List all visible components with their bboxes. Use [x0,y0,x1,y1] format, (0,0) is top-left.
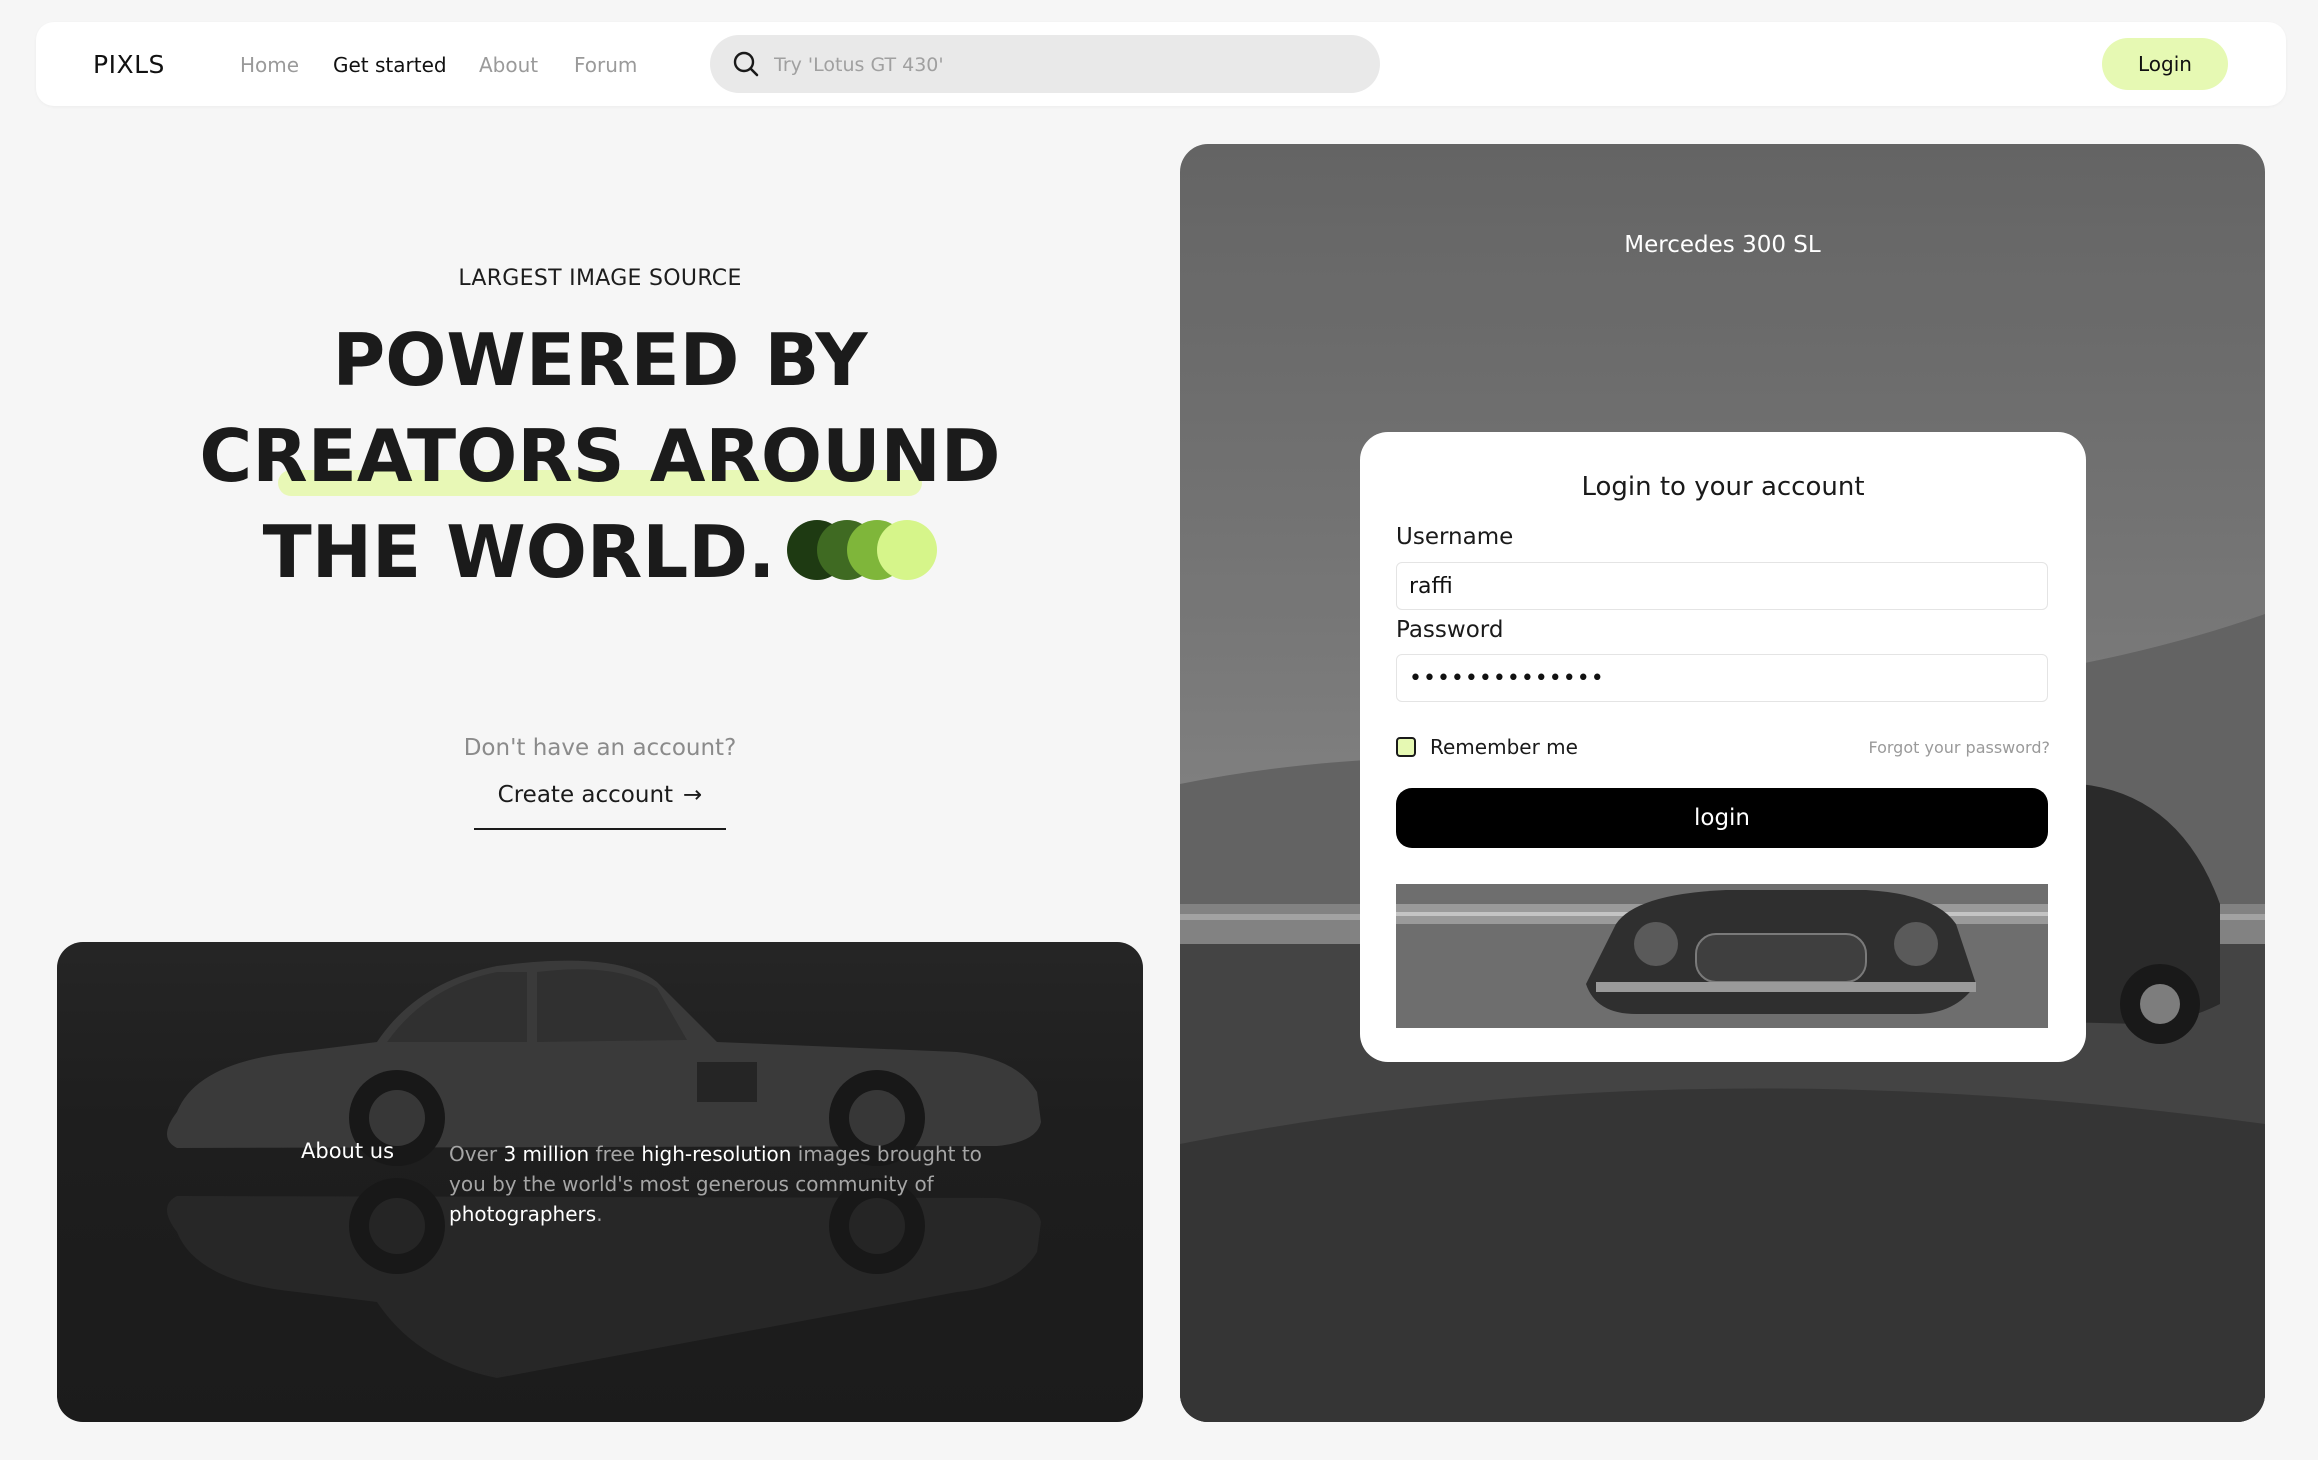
no-account-text: Don't have an account? [463,735,737,761]
nav-link-about[interactable]: About [479,53,538,77]
hero-eyebrow: LARGEST IMAGE SOURCE [458,266,742,291]
nav-link-home[interactable]: Home [240,53,299,77]
login-title: Login to your account [1581,472,1865,502]
password-field[interactable] [1396,654,2048,702]
nav-login-button[interactable]: Login [2102,38,2228,90]
search-icon [733,51,759,77]
headline-line-1: POWERED BY [332,318,868,402]
headline-line-2: CREATORS AROUND [199,414,1001,498]
about-card: About us Over 3 million free high-resolu… [57,942,1143,1422]
about-text-strong: photographers [449,1202,597,1226]
nav-link-get-started[interactable]: Get started [333,53,447,77]
nav-link-forum[interactable]: Forum [574,53,637,77]
color-dots [787,520,938,582]
headline-line-3-text: THE WORLD. [262,510,776,594]
about-label: About us [301,1139,395,1163]
dot-lightest [877,520,938,581]
about-text-strong: high-resolution [641,1142,792,1166]
search-bar[interactable] [710,35,1380,95]
password-label: Password [1396,617,1504,643]
forgot-password-link[interactable]: Forgot your password? [1868,738,2050,757]
headline-line-3: THE WORLD. [0,504,1200,600]
hero-image-panel: Mercedes 300 SL Login to your account Us… [1180,144,2265,1422]
search-input[interactable] [772,35,1356,95]
create-account-label: Create account [497,782,674,808]
login-card: Login to your account Username Password … [1360,432,2086,1062]
login-submit-button[interactable]: login [1396,788,2048,848]
car-front-image [1396,884,2048,1028]
about-text-strong: 3 million [503,1142,590,1166]
remember-label: Remember me [1430,735,1578,759]
username-field[interactable] [1396,562,2048,610]
about-text-part: . [596,1202,603,1226]
image-caption: Mercedes 300 SL [1624,232,1821,258]
car-front-graphic [1396,884,2048,1028]
remember-me[interactable]: Remember me [1396,734,1578,760]
logo[interactable]: PIXLS [93,50,165,79]
about-text-part: Over [449,1142,504,1166]
arrow-right-icon: → [683,782,703,808]
create-account-link[interactable]: Create account → [474,782,726,830]
navbar: PIXLS Home Get started About Forum Login [36,22,2286,106]
remember-checkbox[interactable] [1396,737,1416,757]
about-text-part: free [589,1142,642,1166]
username-label: Username [1396,524,1514,550]
about-description: Over 3 million free high-resolution imag… [449,1139,1009,1229]
